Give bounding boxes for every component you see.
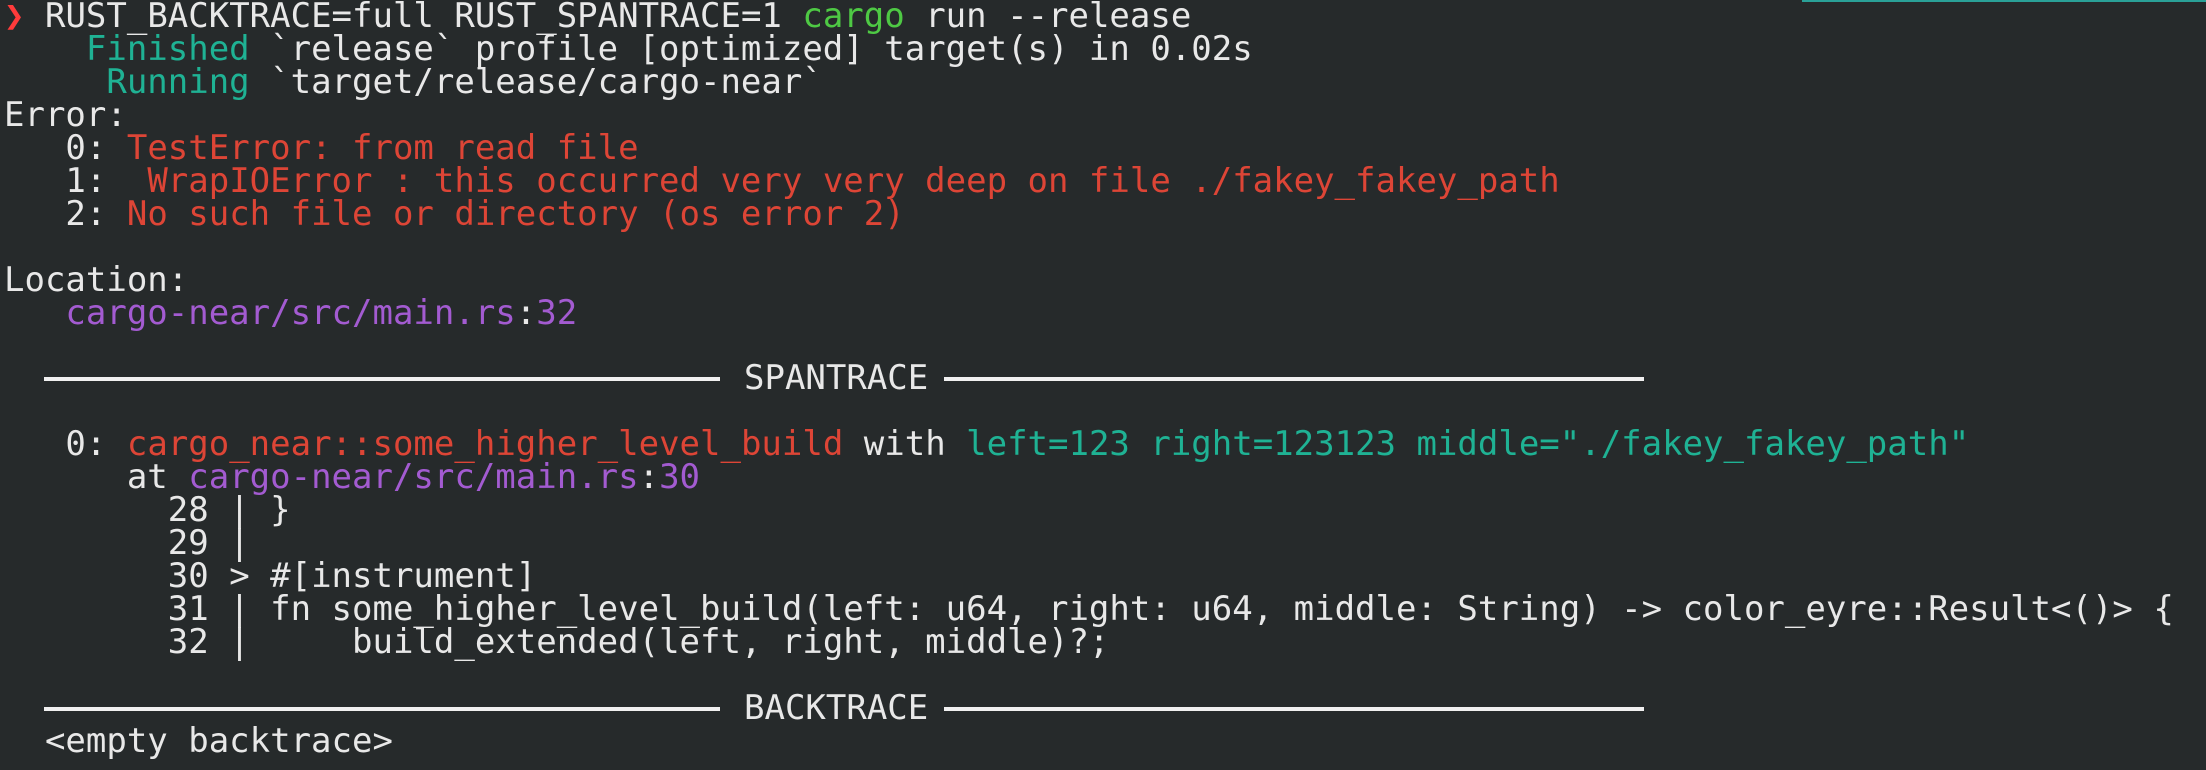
source-line: 32 | build_extended(left, right, middle)… xyxy=(4,625,1110,659)
backtrace-rule-left xyxy=(44,707,720,711)
source-line-number: 32 xyxy=(167,622,209,662)
backtrace-title: BACKTRACE xyxy=(744,688,929,728)
source-code: build_extended(left, right, middle)?; xyxy=(270,622,1110,662)
location-sep: : xyxy=(515,293,537,333)
backtrace-empty: <empty backtrace> xyxy=(4,724,393,758)
running-label: Running xyxy=(106,62,250,102)
location-line-number: 32 xyxy=(536,293,578,333)
source-code: } xyxy=(270,490,291,530)
error-item: 2: No such file or directory (os error 2… xyxy=(4,197,904,231)
span-fields: left=123 right=123123 middle="./fakey_fa… xyxy=(966,424,1970,464)
span-line-number: 30 xyxy=(659,457,701,497)
error-index: 2: xyxy=(65,194,107,234)
location-line: cargo-near/src/main.rs:32 xyxy=(4,296,577,330)
running-text: `target/release/cargo-near` xyxy=(249,62,823,102)
terminal-output[interactable]: ❯ RUST_BACKTRACE=full RUST_SPANTRACE=1 c… xyxy=(0,0,2206,770)
error-message: No such file or directory (os error 2) xyxy=(106,194,905,234)
window-accent-bar xyxy=(1802,0,2206,2)
spantrace-rule-left xyxy=(44,377,720,381)
span-sep: : xyxy=(638,457,660,497)
spantrace-rule-right xyxy=(944,377,1644,381)
spantrace-title: SPANTRACE xyxy=(744,358,929,398)
backtrace-rule-right xyxy=(944,707,1644,711)
span-with: with xyxy=(843,424,967,464)
backtrace-empty-text: <empty backtrace> xyxy=(44,721,393,761)
source-marker: | xyxy=(208,622,271,662)
location-path: cargo-near/src/main.rs xyxy=(65,293,516,333)
